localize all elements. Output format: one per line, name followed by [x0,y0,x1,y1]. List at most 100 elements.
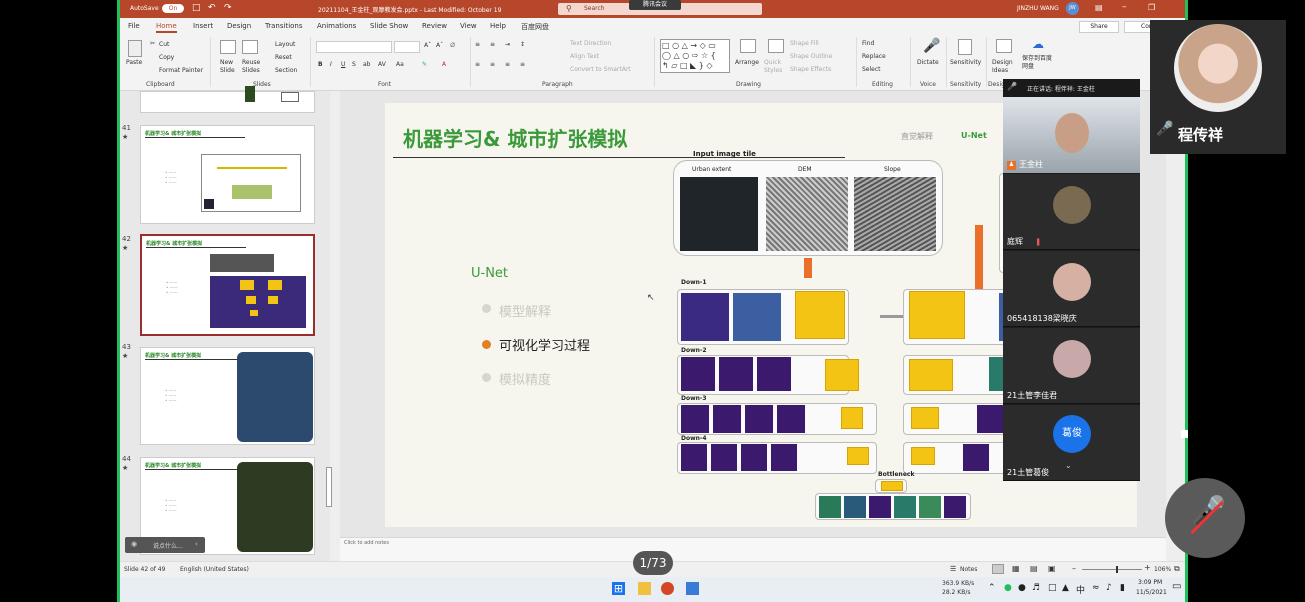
wechat-icon[interactable]: ● [1004,583,1012,593]
shapes-gallery[interactable]: □ ○ △ → ◇ ▭ ◯ △ ○ ⇨ ☆ {↰ ▱ □ ◣ } ◇ [660,39,730,73]
sensitivity-button[interactable]: Sensitivity [950,59,981,66]
quick-styles-button[interactable]: Quick Styles [764,59,786,75]
align-right-icon[interactable]: ≡ [505,61,510,68]
copy-button[interactable]: Copy [159,54,174,61]
mute-button[interactable]: 🎤 [1165,478,1245,558]
shape-effects-button[interactable]: Shape Effects [790,66,831,73]
new-slide-button[interactable]: New Slide [220,59,238,75]
font-name-dropdown[interactable] [316,41,392,53]
slide-thumbnail-42[interactable]: 机器学习& 城市扩张模拟 • —— • —— • —— [140,234,315,336]
align-center-icon[interactable]: ≡ [490,61,495,68]
reset-button[interactable]: Reset [275,54,292,61]
participant-tile[interactable]: ♟ 王金柱 [1003,97,1140,173]
redo-icon[interactable]: ↷ [224,3,232,13]
slide-thumbnail-41[interactable]: 机器学习& 城市扩张模拟 • —— • —— • —— [140,125,315,224]
justify-icon[interactable]: ≡ [520,61,525,68]
tab-design[interactable]: Design [227,22,251,30]
tab-insert[interactable]: Insert [193,22,213,30]
reuse-slides-button[interactable]: Reuse Slides [242,59,262,75]
layout-button[interactable]: Layout [275,41,295,48]
save-icon[interactable]: □ [192,3,201,13]
quick-styles-icon[interactable] [768,39,784,53]
design-ideas-icon[interactable] [996,39,1012,53]
clock-time[interactable]: 3:09 PM [1138,579,1162,586]
shape-outline-button[interactable]: Shape Outline [790,53,832,60]
baidu-save-button[interactable]: 保存到百度网盘 [1022,55,1052,71]
reuse-slides-icon[interactable] [242,40,258,54]
ime-indicator[interactable]: 中 [1076,583,1085,596]
font-size-dropdown[interactable] [394,41,420,53]
convert-smartart-button[interactable]: Convert to SmartArt [570,66,631,73]
increase-font-icon[interactable]: Aˆ [424,42,431,49]
slideshow-icon[interactable]: ▣ [1048,564,1056,573]
tray-icon[interactable]: ● [1018,583,1026,593]
text-direction-button[interactable]: Text Direction [570,40,611,47]
thumbnail-scrollbar[interactable] [326,467,332,507]
normal-view-icon[interactable] [992,564,1004,574]
tab-help[interactable]: Help [490,22,506,30]
tab-transitions[interactable]: Transitions [265,22,303,30]
slide-thumbnail-40[interactable] [140,86,315,113]
align-text-button[interactable]: Align Text [570,53,599,60]
notification-icon[interactable]: ▭ [1172,581,1181,592]
chevron-up-icon[interactable]: ⌃ [988,583,996,593]
powerpoint-icon[interactable] [661,582,674,595]
design-ideas-button[interactable]: Design Ideas [992,59,1014,75]
align-left-icon[interactable]: ≡ [475,61,480,68]
replace-button[interactable]: Replace [862,53,886,60]
font-color-icon[interactable]: A [442,61,446,68]
change-case-button[interactable]: Aa [396,61,404,68]
participant-tile[interactable]: 065418138梁晓庆 [1003,251,1140,327]
paste-button[interactable]: Paste [126,59,142,66]
section-button[interactable]: Section [275,67,297,74]
line-spacing-icon[interactable]: ↕ [520,41,525,48]
file-explorer-icon[interactable] [638,582,651,595]
battery-icon[interactable]: ▮ [1120,583,1125,593]
zoom-out-icon[interactable]: – [1072,564,1076,573]
cut-icon[interactable]: ✂ [150,40,155,47]
tab-file[interactable]: File [128,22,140,30]
arrange-icon[interactable] [740,39,756,53]
tencent-meeting-icon[interactable] [686,582,699,595]
cut-button[interactable]: Cut [159,41,169,48]
bullets-icon[interactable]: ≡ [475,41,480,48]
shape-fill-button[interactable]: Shape Fill [790,40,819,47]
notes-icon[interactable]: ☰ [950,565,956,573]
language-indicator[interactable]: English (United States) [180,566,249,573]
participant-tile[interactable]: 21土管李佳君 [1003,328,1140,404]
tab-baidu[interactable]: 百度网盘 [521,22,549,32]
zoom-in-icon[interactable]: + [1144,563,1151,572]
network-icon[interactable]: ▲ [1062,583,1069,593]
nav-intuition[interactable]: 直觉解释 [901,131,933,142]
arrange-button[interactable]: Arrange [735,59,759,66]
notes-button[interactable]: Notes [960,566,977,573]
find-button[interactable]: Find [862,40,874,47]
zoom-slider-thumb[interactable] [1116,566,1118,573]
chat-input[interactable]: ◉ 说点什么... ‹ [125,537,205,553]
underline-button[interactable]: U [341,61,345,68]
highlight-icon[interactable]: ✎ [422,61,427,68]
tab-review[interactable]: Review [422,22,447,30]
paste-icon[interactable] [128,40,142,57]
windows-start-icon[interactable]: ⊞ [612,582,625,595]
user-avatar[interactable]: JW [1066,2,1079,15]
meeting-badge[interactable]: 腾讯会议 [629,0,681,10]
ribbon-display-icon[interactable]: ▤ [1095,3,1103,12]
tab-slide-show[interactable]: Slide Show [370,22,408,30]
numbering-icon[interactable]: ≡ [490,41,495,48]
format-painter-button[interactable]: Format Painter [159,67,203,74]
cloud-icon[interactable]: ☁ [1032,37,1044,51]
new-slide-icon[interactable] [220,40,236,54]
volume-icon[interactable]: ♬ [1032,583,1040,593]
wifi-icon[interactable]: ≈ [1092,583,1100,593]
tab-home[interactable]: Home [156,22,177,33]
undo-icon[interactable]: ↶ [208,3,216,13]
clock-date[interactable]: 11/5/2021 [1136,589,1167,596]
zoom-slider[interactable] [1082,569,1142,570]
autosave-toggle[interactable]: On [162,4,184,13]
tab-view[interactable]: View [460,22,477,30]
reading-view-icon[interactable]: ▤ [1030,564,1038,573]
participant-tile[interactable]: 庭辉 ▌ [1003,174,1140,250]
restore-icon[interactable]: ❐ [1148,3,1155,12]
share-button[interactable]: Share [1079,21,1119,33]
